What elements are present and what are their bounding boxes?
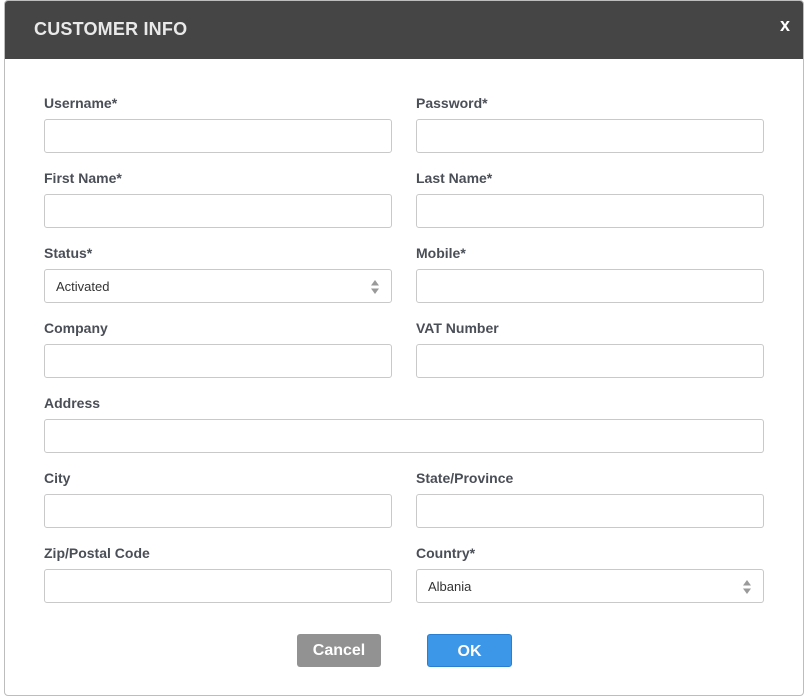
username-field[interactable] (44, 119, 392, 153)
password-field[interactable] (416, 119, 764, 153)
cancel-button[interactable]: Cancel (297, 634, 381, 667)
updown-arrows-icon (743, 580, 751, 594)
status-select[interactable]: Activated (44, 269, 392, 303)
first-name-label: First Name* (44, 170, 122, 186)
first-name-field[interactable] (44, 194, 392, 228)
last-name-field[interactable] (416, 194, 764, 228)
country-label: Country* (416, 545, 476, 561)
status-select-value: Activated (56, 279, 110, 294)
address-field[interactable] (44, 419, 764, 453)
dialog-title: CUSTOMER INFO (34, 19, 188, 39)
vat-number-field[interactable] (416, 344, 764, 378)
company-label: Company (44, 320, 108, 336)
last-name-label: Last Name* (416, 170, 493, 186)
mobile-field[interactable] (416, 269, 764, 303)
state-province-field[interactable] (416, 494, 764, 528)
zip-postal-code-label: Zip/Postal Code (44, 545, 150, 561)
address-label: Address (44, 395, 101, 411)
company-field[interactable] (44, 344, 392, 378)
zip-postal-code-field[interactable] (44, 569, 392, 603)
status-label: Status* (44, 245, 93, 261)
city-field[interactable] (44, 494, 392, 528)
ok-button[interactable]: OK (427, 634, 512, 667)
country-select[interactable]: Albania (416, 569, 764, 603)
customer-info-dialog: CUSTOMER INFO x Username* Password* Firs… (4, 0, 804, 696)
password-label: Password* (416, 95, 488, 111)
vat-number-label: VAT Number (416, 320, 499, 336)
mobile-label: Mobile* (416, 245, 466, 261)
country-select-value: Albania (428, 579, 472, 594)
close-icon: x (779, 15, 790, 35)
dialog-header: CUSTOMER INFO x (5, 1, 803, 59)
state-province-label: State/Province (416, 470, 514, 486)
close-button[interactable]: x (775, 13, 795, 37)
updown-arrows-icon (371, 280, 379, 294)
username-label: Username* (44, 95, 118, 111)
city-label: City (44, 470, 71, 486)
